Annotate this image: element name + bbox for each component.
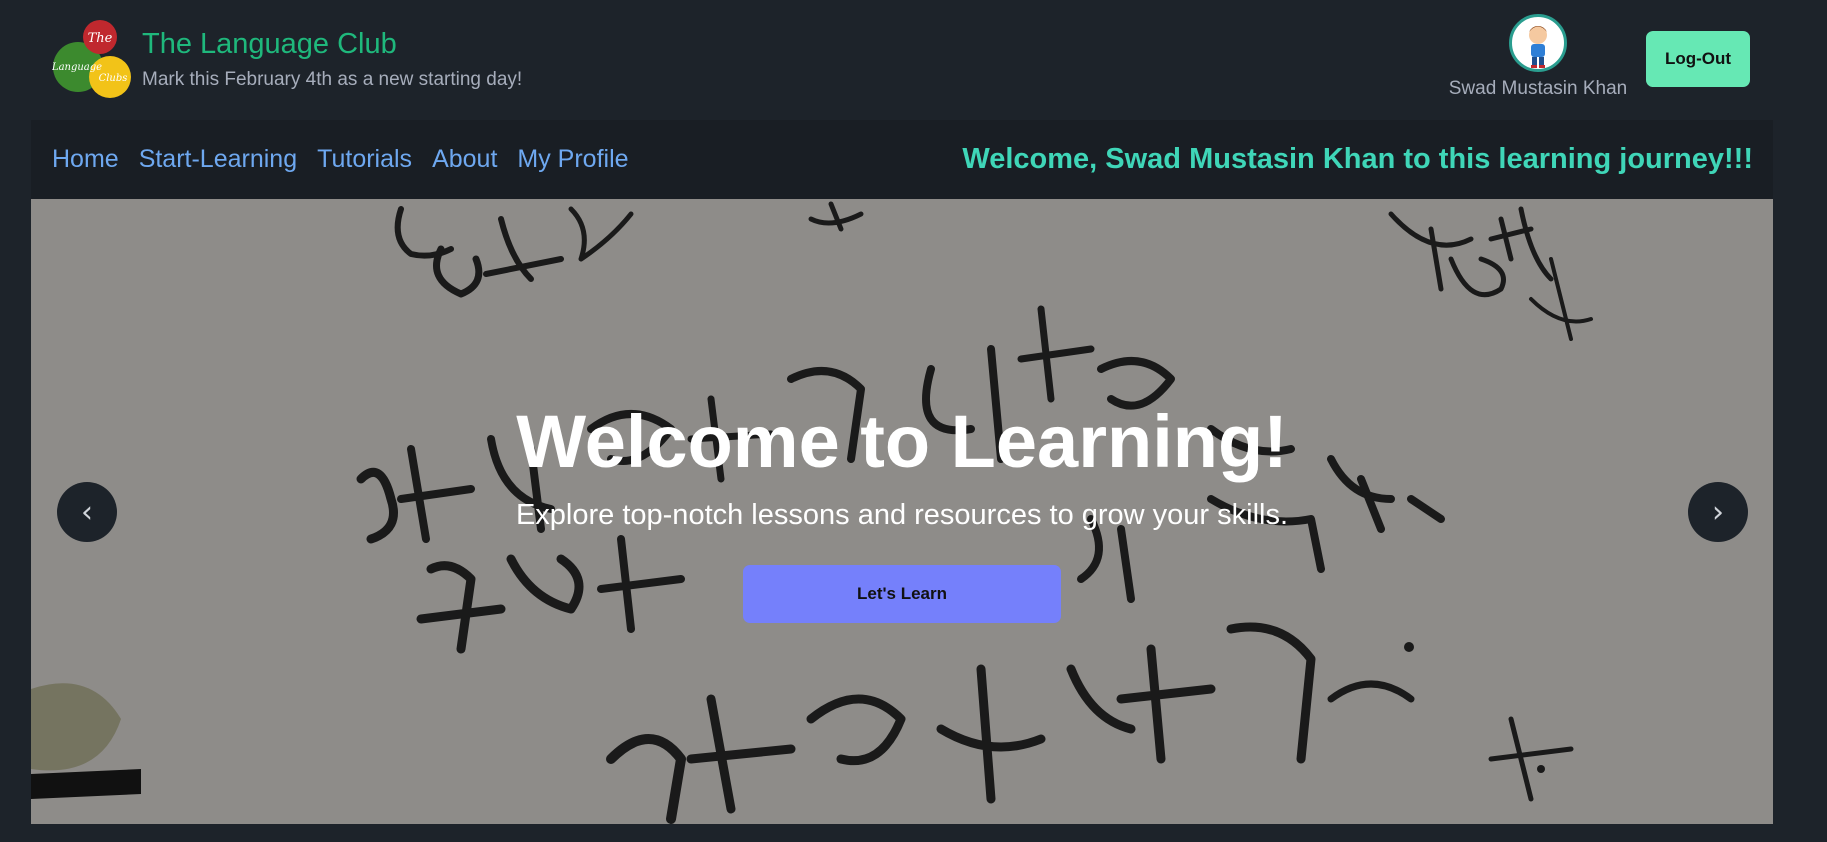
logo-word-top: The <box>88 31 113 46</box>
nav-links: Home Start-Learning Tutorials About My P… <box>52 120 629 199</box>
site-header: The Language Clubs The Language Club Mar… <box>31 0 1773 118</box>
welcome-message: Welcome, Swad Mustasin Khan to this lear… <box>962 143 1753 175</box>
logo-word-middle: Language <box>52 62 102 73</box>
page: The Language Clubs The Language Club Mar… <box>31 0 1773 842</box>
chevron-left-icon: ‹ <box>81 494 93 530</box>
logout-button[interactable]: Log-Out <box>1646 31 1750 87</box>
lets-learn-button[interactable]: Let's Learn <box>743 565 1061 623</box>
brand-subtitle: Mark this February 4th as a new starting… <box>142 69 523 90</box>
user-avatar[interactable] <box>1509 14 1567 72</box>
carousel-next-button[interactable]: › <box>1688 482 1748 542</box>
user-name: Swad Mustasin Khan <box>1448 78 1628 99</box>
nav-about[interactable]: About <box>432 145 497 174</box>
chevron-right-icon: › <box>1712 494 1724 530</box>
carousel-prev-button[interactable]: ‹ <box>57 482 117 542</box>
site-logo[interactable]: The Language Clubs <box>52 20 132 100</box>
hero-subtitle: Explore top-notch lessons and resources … <box>515 499 1289 531</box>
nav-home[interactable]: Home <box>52 145 119 174</box>
nav-start-learning[interactable]: Start-Learning <box>139 145 297 174</box>
brand-title[interactable]: The Language Club <box>142 28 397 61</box>
nav-tutorials[interactable]: Tutorials <box>317 145 412 174</box>
hero-carousel: Welcome to Learning! Explore top-notch l… <box>31 199 1773 824</box>
logo-word-right: Clubs <box>99 73 128 84</box>
main-nav: Home Start-Learning Tutorials About My P… <box>31 120 1773 199</box>
avatar-icon <box>1529 26 1547 68</box>
nav-my-profile[interactable]: My Profile <box>517 145 628 174</box>
hero-title: Welcome to Learning! <box>516 400 1288 483</box>
